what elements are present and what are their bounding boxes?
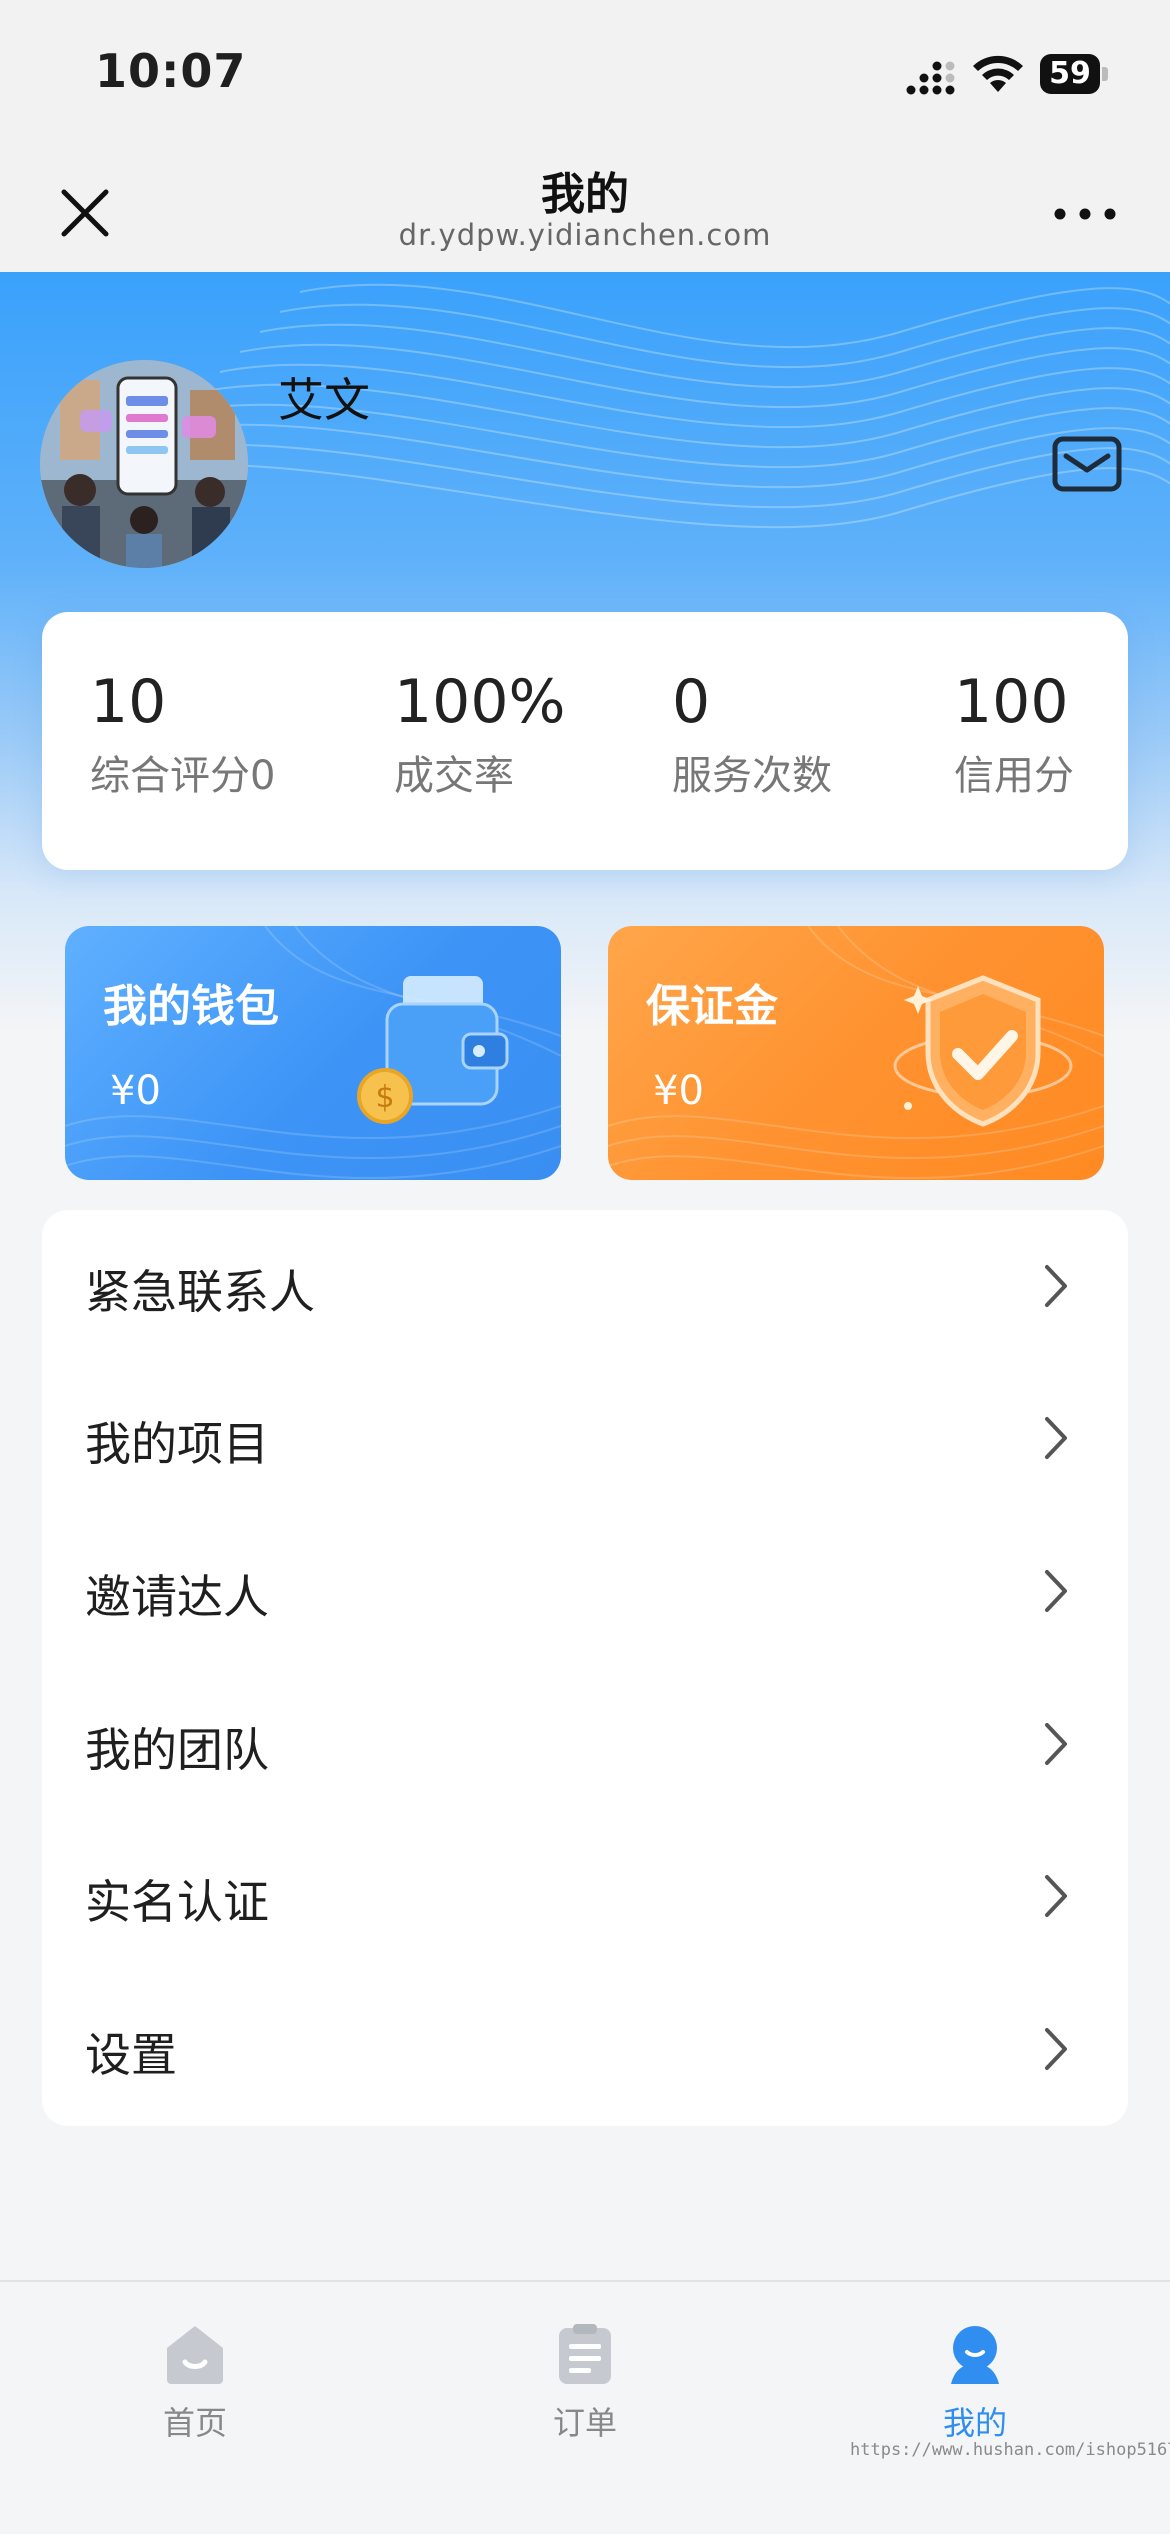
home-icon xyxy=(167,2326,223,2384)
status-time: 10:07 xyxy=(95,44,247,98)
watermark: https://www.hushan.com/ishop51679 xyxy=(850,2440,1170,2460)
page-url: dr.ydpw.yidianchen.com xyxy=(398,218,772,252)
stat-value: 0 xyxy=(672,667,711,737)
tab-home[interactable]: 首页 xyxy=(95,2302,295,2452)
svg-text:$: $ xyxy=(375,1080,394,1115)
menu-item-verification[interactable]: 实名认证 xyxy=(42,1820,1128,1972)
wallet-card[interactable]: 我的钱包 ¥0 $ xyxy=(65,926,561,1180)
clipboard-icon xyxy=(559,2324,611,2384)
mail-icon[interactable] xyxy=(1052,436,1122,492)
stat-label: 信用分 xyxy=(954,753,1074,799)
battery-icon: 59 xyxy=(1040,54,1108,94)
stat-credit-score[interactable]: 100 信用分 xyxy=(954,672,1074,798)
stat-value: 100% xyxy=(394,667,566,737)
menu-item-settings[interactable]: 设置 xyxy=(42,1973,1128,2125)
profile-icon xyxy=(951,2326,999,2384)
stat-rating[interactable]: 10 综合评分0 xyxy=(90,672,275,798)
tab-profile[interactable]: 我的 xyxy=(875,2302,1075,2452)
wallet-icon: $ xyxy=(357,976,509,1124)
menu-item-emergency-contact[interactable]: 紧急联系人 xyxy=(42,1210,1128,1362)
menu-item-my-team[interactable]: 我的团队 xyxy=(42,1668,1128,1820)
page-title: 我的 xyxy=(541,169,629,220)
wallet-title: 我的钱包 xyxy=(103,981,279,1032)
stat-label: 服务次数 xyxy=(672,753,832,799)
navigation-bar: 我的 dr.ydpw.yidianchen.com xyxy=(0,140,1170,273)
battery-level: 59 xyxy=(1049,56,1091,91)
deposit-amount: ¥0 xyxy=(653,1068,704,1114)
chevron-right-icon xyxy=(1045,1570,1067,1612)
stat-value: 100 xyxy=(954,667,1069,737)
menu-item-invite[interactable]: 邀请达人 xyxy=(42,1515,1128,1667)
cellular-signal-icon xyxy=(906,61,955,95)
chevron-right-icon xyxy=(1045,1265,1067,1307)
tab-label: 我的 xyxy=(942,2404,1007,2442)
tab-label: 订单 xyxy=(552,2404,617,2442)
deposit-card[interactable]: 保证金 ¥0 xyxy=(608,926,1104,1180)
stat-success-rate[interactable]: 100% 成交率 xyxy=(394,672,566,798)
menu-item-label: 设置 xyxy=(85,2028,177,2082)
username: 艾文 xyxy=(278,373,370,427)
menu-list: 紧急联系人 我的项目 邀请达人 我的团队 实名认证 设置 xyxy=(42,1210,1128,2126)
menu-item-my-projects[interactable]: 我的项目 xyxy=(42,1362,1128,1514)
more-options-icon[interactable] xyxy=(1050,202,1120,226)
stat-service-count[interactable]: 0 服务次数 xyxy=(672,672,832,798)
tab-orders[interactable]: 订单 xyxy=(485,2302,685,2452)
stat-label: 综合评分0 xyxy=(90,753,276,799)
avatar[interactable] xyxy=(40,360,248,568)
chevron-right-icon xyxy=(1045,1723,1067,1765)
menu-item-label: 我的团队 xyxy=(85,1723,269,1777)
chevron-right-icon xyxy=(1045,2028,1067,2070)
tab-label: 首页 xyxy=(162,2404,227,2442)
status-bar: 10:07 59 xyxy=(0,0,1170,140)
tab-bar: 首页 订单 我的 xyxy=(0,2280,1170,2534)
chevron-right-icon xyxy=(1045,1417,1067,1459)
stat-label: 成交率 xyxy=(394,753,514,799)
wifi-icon xyxy=(973,55,1023,92)
avatar-image xyxy=(40,360,248,568)
menu-item-label: 紧急联系人 xyxy=(85,1265,315,1319)
wallet-amount: ¥0 xyxy=(110,1068,161,1114)
menu-item-label: 我的项目 xyxy=(85,1417,269,1471)
shield-check-icon xyxy=(893,975,1073,1127)
stats-card: 10 综合评分0 100% 成交率 0 服务次数 100 信用分 xyxy=(42,612,1128,870)
menu-item-label: 实名认证 xyxy=(85,1875,269,1929)
chevron-right-icon xyxy=(1045,1875,1067,1917)
stat-value: 10 xyxy=(90,667,167,737)
deposit-title: 保证金 xyxy=(646,981,778,1032)
menu-item-label: 邀请达人 xyxy=(85,1570,269,1624)
